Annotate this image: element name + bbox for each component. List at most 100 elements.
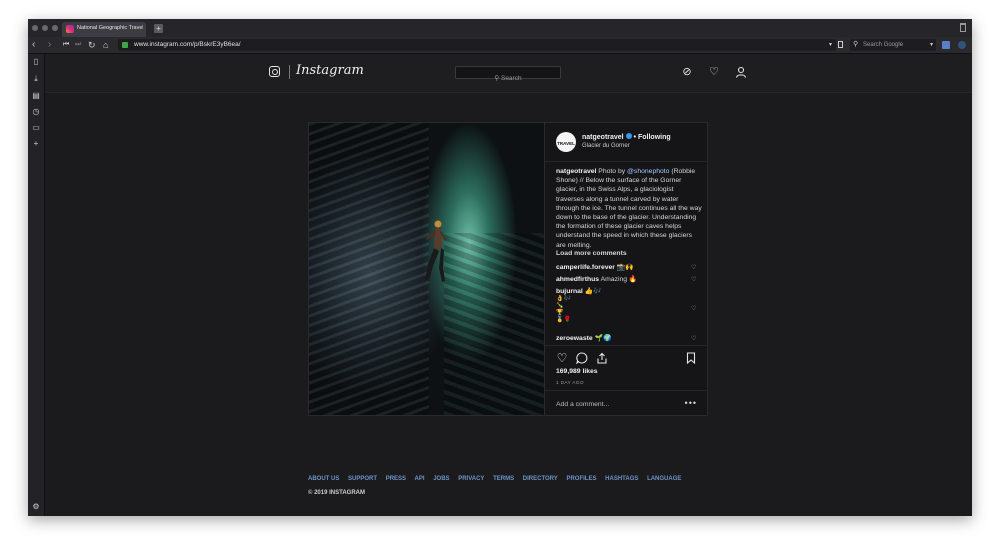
post-caption: natgeotravel Photo by @shonephoto (Robbi… [556,167,702,250]
comment-username[interactable]: zeroewaste [556,335,593,342]
climber-figure [425,220,447,282]
caption-mention-link[interactable]: @shonephoto [627,168,669,175]
instagram-search-input[interactable]: ⚲ Search [455,66,561,82]
post-location[interactable]: Glacier du Gorner [582,143,630,149]
search-engine-dropdown-icon[interactable]: ▾ [930,39,933,51]
ice-wall-right [444,233,544,415]
navigation-bar: ‹ › ⏮ ⏭ ↻ ⌂ www.instagram.com/p/BskrE3yB… [28,37,972,54]
tab-bar: National Geographic Travel + [28,19,972,37]
back-icon[interactable]: ‹ [32,39,35,51]
bookmarks-panel-icon[interactable]: ▯ [32,58,40,66]
post-actions: ♡ 169,989 likes 1 DAY AGO Add a comment.… [545,345,708,416]
likes-count[interactable]: 169,989 likes [556,368,598,375]
window-panel-icon[interactable]: ▭ [32,124,40,132]
tab-title: National Geographic Travel [77,25,143,31]
history-panel-icon[interactable]: ◷ [32,108,40,116]
comment-username[interactable]: camperlife.forever [556,264,615,271]
post-card: TRAVEL natgeotravel • Following Glacier … [308,122,708,416]
caption-pre-mention: Photo by [596,168,628,175]
comment-username[interactable]: ahmedfirthus [556,276,599,283]
likes-number: 169,989 [556,368,581,375]
more-options-icon[interactable]: ••• [685,398,697,408]
footer-link-api[interactable]: API [415,476,425,482]
logo-divider [289,65,290,79]
comment-text: Amazing 🔥 [599,276,638,283]
comment-like-heart-icon[interactable]: ♡ [691,306,697,312]
comment-icon[interactable] [575,352,588,365]
forward-icon[interactable]: › [48,39,51,51]
downloads-panel-icon[interactable]: ⤓ [32,75,40,83]
comment-username[interactable]: bujurnal [556,288,583,295]
lock-icon [122,42,128,48]
footer-link-terms[interactable]: TERMS [493,476,514,482]
post-photo[interactable] [309,123,544,415]
comment-like-heart-icon[interactable]: ♡ [691,277,697,283]
footer-link-language[interactable]: LANGUAGE [647,476,681,482]
search-icon: ⚲ [494,75,501,82]
address-bar[interactable]: www.instagram.com/p/BskrE3yB6ea/ ▾ [118,39,836,51]
window-zoom-button[interactable] [52,25,58,31]
add-comment-input[interactable]: Add a comment... [556,401,609,408]
notes-panel-icon[interactable]: ▤ [32,92,40,100]
window-close-button[interactable] [32,25,38,31]
new-tab-button[interactable]: + [154,24,163,33]
heart-icon[interactable]: ♡ [708,66,720,78]
reload-icon[interactable]: ↻ [88,39,96,51]
post-username-row: natgeotravel • Following [582,133,671,141]
footer-link-support[interactable]: SUPPORT [348,476,377,482]
rewind-icon[interactable]: ⏮ [63,39,69,51]
share-icon[interactable] [596,352,608,364]
footer-link-jobs[interactable]: JOBS [433,476,449,482]
ice-wall-left [309,123,429,415]
footer-link-profiles[interactable]: PROFILES [566,476,596,482]
extension-secondary-icon[interactable] [958,41,966,49]
footer-link-directory[interactable]: DIRECTORY [523,476,558,482]
trash-icon[interactable] [960,23,966,32]
comment-text: 📸🙌 [614,264,634,271]
footer-link-privacy[interactable]: PRIVACY [458,476,484,482]
window-minimize-button[interactable] [42,25,48,31]
user-icon[interactable] [735,66,747,78]
instagram-page: Instagram ⚲ Search ⊘ ♡ TRAVEL natgeotrav… [45,54,972,516]
save-icon[interactable] [685,352,697,365]
settings-icon[interactable]: ⚙ [32,503,40,511]
fast-forward-icon[interactable]: ⏭ [75,39,81,51]
caption-username[interactable]: natgeotravel [556,168,596,175]
browser-window: National Geographic Travel + ‹ › ⏮ ⏭ ↻ ⌂… [28,19,972,516]
extension-icon[interactable] [942,41,950,49]
copyright: © 2019 INSTAGRAM [308,490,365,496]
tab-national-geographic[interactable]: National Geographic Travel [62,22,146,37]
footer-link-hashtags[interactable]: HASHTAGS [605,476,638,482]
following-status[interactable]: • Following [634,134,671,141]
load-more-comments-button[interactable]: Load more comments [556,250,627,257]
caption-text: (Robbie Shone) // Below the surface of t… [556,168,702,249]
comment-item: zeroewaste 🌱🌍 [556,334,696,343]
comment-text: 🌱🌍 [592,335,612,342]
instagram-favicon-icon [66,25,74,33]
url-text[interactable]: www.instagram.com/p/BskrE3yB6ea/ [134,40,241,50]
add-panel-icon[interactable]: + [32,140,40,148]
add-comment-row: Add a comment... ••• [545,390,708,417]
browser-sidebar: ▯ ⤓ ▤ ◷ ▭ + ⚙ [28,54,45,516]
comment-item: camperlife.forever 📸🙌 [556,263,696,272]
home-icon[interactable]: ⌂ [103,39,108,51]
footer-link-about[interactable]: ABOUT US [308,476,339,482]
search-engine-field[interactable]: ⚲ Search Google ▾ [850,39,936,51]
comment-text: 👍🎶 [582,288,602,295]
instagram-camera-icon[interactable] [269,66,280,77]
address-dropdown-icon[interactable]: ▾ [829,39,832,51]
likes-label: likes [582,368,598,375]
bookmark-page-icon[interactable] [838,41,843,48]
verified-badge-icon [625,133,632,139]
post-timestamp[interactable]: 1 DAY AGO [556,381,584,386]
avatar[interactable]: TRAVEL [556,132,576,152]
instagram-logo[interactable]: Instagram [296,63,364,78]
compass-icon[interactable]: ⊘ [681,66,693,78]
footer-link-press[interactable]: PRESS [386,476,406,482]
like-heart-icon[interactable]: ♡ [556,352,568,364]
comment-like-heart-icon[interactable]: ♡ [691,265,697,271]
comment-like-heart-icon[interactable]: ♡ [691,336,697,342]
search-engine-icon[interactable]: ⚲ [853,39,858,51]
post-username[interactable]: natgeotravel [582,134,624,141]
post-sidebar: TRAVEL natgeotravel • Following Glacier … [544,123,708,415]
